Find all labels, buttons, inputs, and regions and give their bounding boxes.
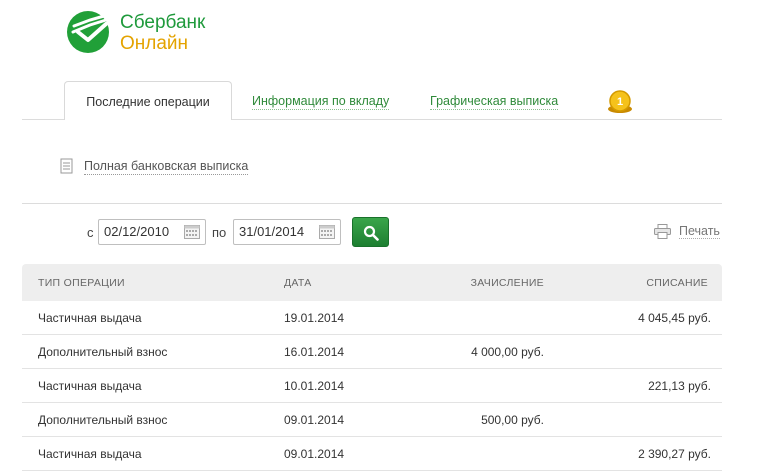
table-row[interactable]: Дополнительный взнос 09.01.2014 500,00 р… [22, 403, 722, 437]
row-debit: 2 390,27 руб. [638, 447, 711, 461]
operations-table: ТИП ОПЕРАЦИИ ДАТА ЗАЧИСЛЕНИЕ СПИСАНИЕ Ча… [22, 264, 722, 471]
table-row[interactable]: Частичная выдача 09.01.2014 2 390,27 руб… [22, 437, 722, 471]
date-to-value: 31/01/2014 [239, 224, 305, 239]
header-date: ДАТА [284, 277, 312, 289]
row-date: 16.01.2014 [284, 345, 345, 359]
search-button[interactable] [352, 217, 389, 247]
tab-recent-operations[interactable]: Последние операции [64, 81, 232, 120]
svg-text:1: 1 [617, 96, 623, 108]
search-icon [363, 225, 379, 241]
row-type: Частичная выдача [38, 379, 142, 393]
row-debit: 221,13 руб. [648, 379, 711, 393]
row-date: 19.01.2014 [284, 311, 345, 325]
row-type: Дополнительный взнос [38, 345, 168, 359]
table-row[interactable]: Частичная выдача 10.01.2014 221,13 руб. [22, 369, 722, 403]
logo-text-online: Онлайн [120, 33, 189, 54]
table-row[interactable]: Частичная выдача 19.01.2014 4 045,45 руб… [22, 301, 722, 335]
row-debit: 4 045,45 руб. [638, 311, 711, 325]
row-credit: 500,00 руб. [481, 413, 544, 427]
date-to-field[interactable]: 31/01/2014 [233, 219, 341, 245]
logo-text-sberbank: Сбербанк [120, 12, 206, 33]
section-divider [22, 203, 722, 204]
calendar-icon[interactable] [184, 225, 200, 239]
full-statement-link[interactable]: Полная банковская выписка [84, 159, 249, 175]
row-credit: 4 000,00 руб. [471, 345, 544, 359]
row-type: Частичная выдача [38, 447, 142, 461]
calendar-icon[interactable] [319, 225, 335, 239]
row-type: Дополнительный взнос [38, 413, 168, 427]
row-date: 09.01.2014 [284, 447, 345, 461]
table-header: ТИП ОПЕРАЦИИ ДАТА ЗАЧИСЛЕНИЕ СПИСАНИЕ [22, 264, 722, 301]
tab-graphic-statement[interactable]: Графическая выписка [430, 94, 559, 110]
date-from-value: 02/12/2010 [104, 224, 170, 239]
document-icon [60, 158, 73, 174]
header-credit: ЗАЧИСЛЕНИЕ [470, 277, 544, 289]
row-date: 09.01.2014 [284, 413, 345, 427]
row-date: 10.01.2014 [284, 379, 345, 393]
print-label: Печать [679, 224, 720, 239]
header-operation-type: ТИП ОПЕРАЦИИ [38, 277, 125, 289]
tab-deposit-info[interactable]: Информация по вкладу [252, 94, 390, 110]
to-label: по [212, 225, 227, 240]
coin-icon[interactable]: 1 [606, 90, 634, 114]
row-type: Частичная выдача [38, 311, 142, 325]
date-from-field[interactable]: 02/12/2010 [98, 219, 206, 245]
from-label: с [87, 225, 94, 240]
header-debit: СПИСАНИЕ [646, 277, 708, 289]
printer-icon [654, 224, 671, 239]
sberbank-logo-icon [67, 11, 109, 53]
table-row[interactable]: Дополнительный взнос 16.01.2014 4 000,00… [22, 335, 722, 369]
